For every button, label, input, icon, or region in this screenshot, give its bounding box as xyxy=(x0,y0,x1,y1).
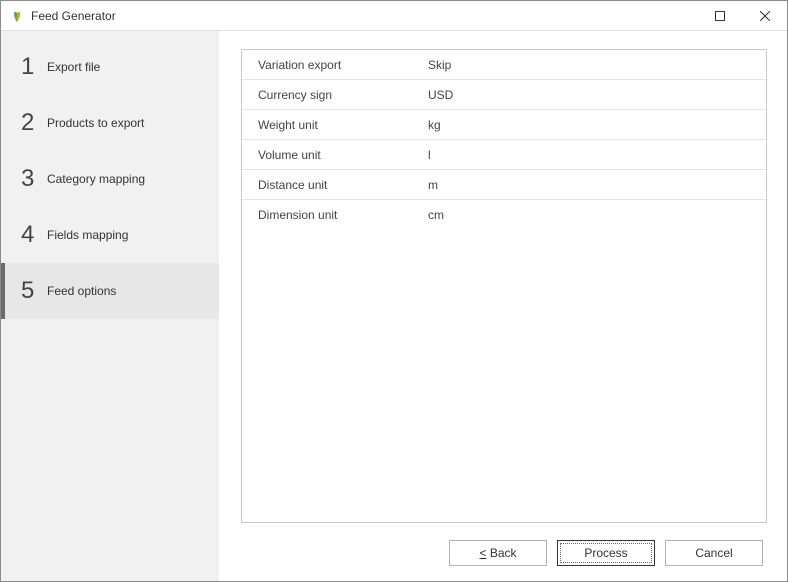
cancel-button[interactable]: Cancel xyxy=(665,540,763,566)
option-row-variation-export[interactable]: Variation export Skip xyxy=(242,50,766,80)
option-label: Weight unit xyxy=(258,118,428,132)
step-2-products-to-export[interactable]: 2 Products to export xyxy=(1,95,219,151)
step-label: Feed options xyxy=(47,284,116,298)
option-label: Variation export xyxy=(258,58,428,72)
option-row-volume-unit[interactable]: Volume unit l xyxy=(242,140,766,170)
option-row-weight-unit[interactable]: Weight unit kg xyxy=(242,110,766,140)
option-value: cm xyxy=(428,208,444,222)
step-4-fields-mapping[interactable]: 4 Fields mapping xyxy=(1,207,219,263)
option-value: USD xyxy=(428,88,453,102)
step-number: 1 xyxy=(21,53,47,81)
step-label: Category mapping xyxy=(47,172,145,186)
process-button[interactable]: Process xyxy=(557,540,655,566)
step-label: Export file xyxy=(47,60,100,74)
footer-buttons: < Back Process Cancel xyxy=(241,523,767,569)
step-3-category-mapping[interactable]: 3 Category mapping xyxy=(1,151,219,207)
step-number: 4 xyxy=(21,221,47,249)
option-value: Skip xyxy=(428,58,451,72)
option-row-dimension-unit[interactable]: Dimension unit cm xyxy=(242,200,766,230)
option-value: m xyxy=(428,178,438,192)
option-value: kg xyxy=(428,118,441,132)
app-icon xyxy=(9,8,25,24)
option-label: Volume unit xyxy=(258,148,428,162)
main-panel: Variation export Skip Currency sign USD … xyxy=(219,31,787,581)
titlebar: Feed Generator xyxy=(1,1,787,31)
option-label: Currency sign xyxy=(258,88,428,102)
feed-options-panel: Variation export Skip Currency sign USD … xyxy=(241,49,767,523)
close-button[interactable] xyxy=(742,1,787,31)
cancel-button-label: Cancel xyxy=(695,546,732,560)
window: Feed Generator 1 Export file 2 Products … xyxy=(0,0,788,582)
step-label: Products to export xyxy=(47,116,144,130)
option-value: l xyxy=(428,148,431,162)
option-label: Dimension unit xyxy=(258,208,428,222)
back-button-label: < Back xyxy=(479,546,516,560)
option-row-distance-unit[interactable]: Distance unit m xyxy=(242,170,766,200)
step-number: 2 xyxy=(21,109,47,137)
window-title: Feed Generator xyxy=(31,9,116,23)
step-1-export-file[interactable]: 1 Export file xyxy=(1,39,219,95)
option-label: Distance unit xyxy=(258,178,428,192)
option-row-currency-sign[interactable]: Currency sign USD xyxy=(242,80,766,110)
step-number: 5 xyxy=(21,277,47,305)
maximize-button[interactable] xyxy=(697,1,742,31)
sidebar: 1 Export file 2 Products to export 3 Cat… xyxy=(1,31,219,581)
back-button[interactable]: < Back xyxy=(449,540,547,566)
process-button-label: Process xyxy=(584,546,627,560)
step-number: 3 xyxy=(21,165,47,193)
step-label: Fields mapping xyxy=(47,228,128,242)
body: 1 Export file 2 Products to export 3 Cat… xyxy=(1,31,787,581)
step-5-feed-options[interactable]: 5 Feed options xyxy=(1,263,219,319)
